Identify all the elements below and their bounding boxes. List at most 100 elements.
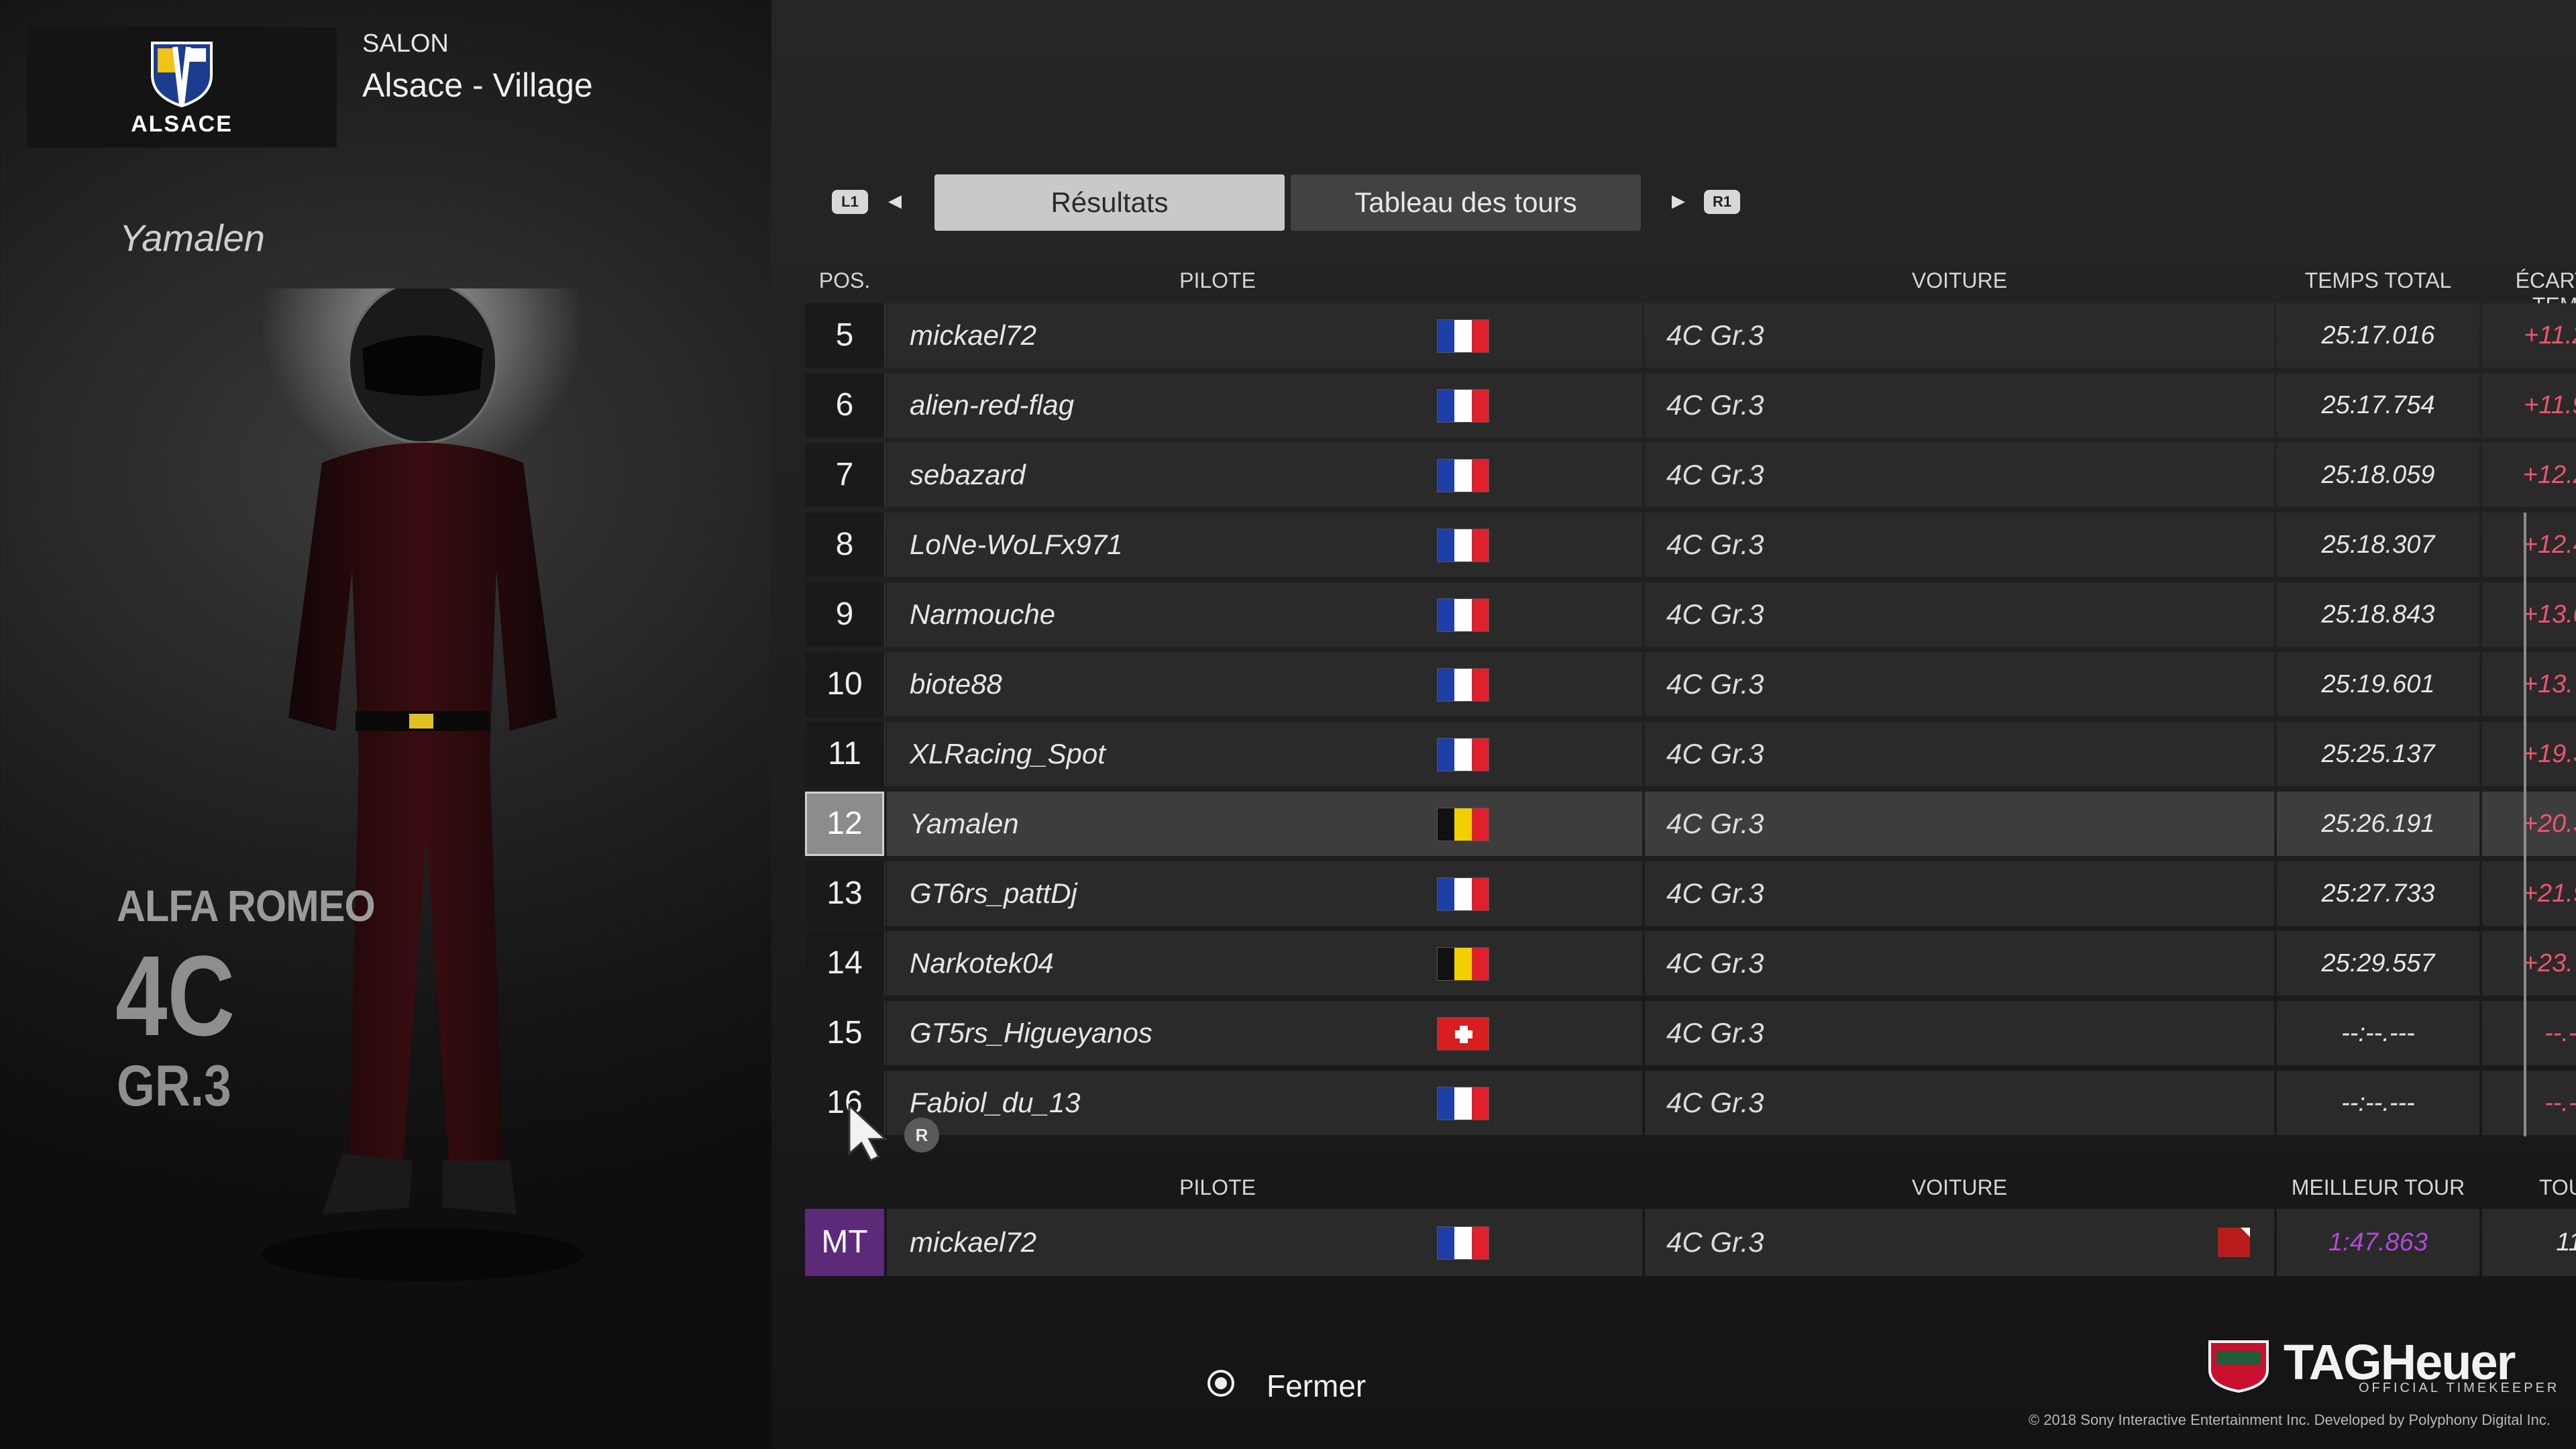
car-cell: 4C Gr.3 xyxy=(1645,792,2274,856)
table-row[interactable]: 9 Narmouche 4C Gr.3 25:18.843+13.033 xyxy=(805,582,2576,647)
position-number: 7 xyxy=(805,443,885,507)
belgium-flag-icon xyxy=(1437,947,1489,981)
track-logo: ALSACE xyxy=(27,27,337,148)
pilot-cell: XLRacing_Spot xyxy=(887,722,1642,786)
table-row[interactable]: 15 GT5rs_Higueyanos 4C Gr.3 --:--.-----.--- xyxy=(805,1001,2576,1065)
header-fastest-pilot: PILOTE xyxy=(1179,1175,1256,1199)
fastest-pilot-name: mickael72 xyxy=(910,1226,1037,1258)
time-gap: --.--- xyxy=(2482,1001,2576,1065)
total-time: 25:27.733 xyxy=(2277,861,2479,926)
time-gap: --.--- xyxy=(2482,1071,2576,1135)
fastest-lap-row[interactable]: MT mickael72 4C Gr.3 1:47.863 11 xyxy=(805,1209,2576,1276)
car-name: 4C Gr.3 xyxy=(1666,319,1764,351)
pilot-name: Narkotek04 xyxy=(910,947,1054,979)
header-pos: POS. xyxy=(818,268,871,292)
total-time: 25:19.601 xyxy=(2277,652,2479,716)
l1-button-icon[interactable]: L1 xyxy=(832,190,868,214)
right-stick-icon: R xyxy=(904,1118,939,1152)
car-cell: 4C Gr.3 xyxy=(1645,1001,2274,1065)
table-row[interactable]: 8 LoNe-WoLFx971 4C Gr.3 25:18.307+12.497 xyxy=(805,513,2576,577)
position-number: 8 xyxy=(805,513,885,577)
france-flag-icon xyxy=(1437,1226,1489,1260)
position-number: 10 xyxy=(805,652,885,716)
car-name: 4C Gr.3 xyxy=(1666,668,1764,700)
car-name: 4C Gr.3 xyxy=(1666,808,1764,839)
belgium-flag-icon xyxy=(1437,808,1489,841)
position-number: 12 xyxy=(805,792,884,856)
alsace-shield-icon xyxy=(151,42,213,107)
table-row[interactable]: 11 XLRacing_Spot 4C Gr.3 25:25.137+19.327 xyxy=(805,722,2576,786)
car-color-swatch-icon xyxy=(2218,1228,2250,1257)
table-row[interactable]: 10 biote88 4C Gr.3 25:19.601+13.791 xyxy=(805,652,2576,716)
car-cell: 4C Gr.3 xyxy=(1645,931,2274,996)
table-row[interactable]: 13 GT6rs_pattDj 4C Gr.3 25:27.733+21.923 xyxy=(805,861,2576,926)
lobby-label: SALON xyxy=(362,30,449,58)
car-cell: 4C Gr.3 xyxy=(1645,303,2274,368)
time-gap: +12.249 xyxy=(2482,443,2576,507)
table-row[interactable]: 7 sebazard 4C Gr.3 25:18.059+12.249 xyxy=(805,443,2576,507)
position-number: 15 xyxy=(805,1001,885,1065)
total-time: 25:25.137 xyxy=(2277,722,2479,786)
pilot-name: GT6rs_pattDj xyxy=(910,877,1077,909)
fastest-pilot-cell: mickael72 xyxy=(887,1209,1642,1276)
france-flag-icon xyxy=(1437,738,1489,771)
france-flag-icon xyxy=(1437,1087,1489,1120)
driver-avatar xyxy=(221,288,624,1281)
pilot-cell: Fabiol_du_13 xyxy=(887,1071,1642,1135)
header-lap-number: TOUR xyxy=(2538,1175,2576,1199)
france-flag-icon xyxy=(1437,319,1489,353)
car-cell: 4C Gr.3 xyxy=(1645,1071,2274,1135)
pilot-cell: alien-red-flag xyxy=(887,373,1642,437)
time-gap: +23.747 xyxy=(2482,931,2576,996)
car-name: 4C Gr.3 xyxy=(1666,529,1764,560)
header-total-time: TEMPS TOTAL xyxy=(2304,268,2452,292)
tab-results[interactable]: Résultats xyxy=(934,174,1285,231)
total-time: 25:18.843 xyxy=(2277,582,2479,647)
pilot-name: alien-red-flag xyxy=(910,389,1075,421)
pilot-cell: GT6rs_pattDj xyxy=(887,861,1642,926)
table-row[interactable]: 5 mickael72 4C Gr.3 25:17.016+11.206 xyxy=(805,303,2576,368)
time-gap: +20.381 xyxy=(2482,792,2576,856)
total-time: 25:29.557 xyxy=(2277,931,2479,996)
pilot-name: Narmouche xyxy=(910,598,1056,630)
driver-name: Yamalen xyxy=(119,217,265,259)
tagheuer-shield-icon xyxy=(2208,1340,2269,1393)
time-gap: +19.327 xyxy=(2482,722,2576,786)
france-flag-icon xyxy=(1437,877,1489,911)
pilot-cell: Narmouche xyxy=(887,582,1642,647)
header-fastest-car: VOITURE xyxy=(1911,1175,2008,1199)
total-time: 25:26.191 xyxy=(2277,792,2479,856)
pilot-name: Yamalen xyxy=(910,808,1019,839)
tab-lap-table[interactable]: Tableau des tours xyxy=(1291,174,1641,231)
car-cell: 4C Gr.3 xyxy=(1645,443,2274,507)
arrow-right-icon[interactable]: ▶ xyxy=(1672,191,1685,211)
scrollbar[interactable] xyxy=(2524,513,2526,1136)
table-row[interactable]: 16Fabiol_du_134C Gr.3--:--.-----.--- xyxy=(805,1071,2576,1135)
time-gap: +12.497 xyxy=(2482,513,2576,577)
position-number: 9 xyxy=(805,582,885,647)
table-row[interactable]: 12 Yamalen 4C Gr.3 25:26.191+20.381 xyxy=(805,792,2576,856)
total-time: 25:17.754 xyxy=(2277,373,2479,437)
pilot-cell: LoNe-WoLFx971 xyxy=(887,513,1642,577)
pilot-cell: GT5rs_Higueyanos xyxy=(887,1001,1642,1065)
arrow-left-icon[interactable]: ◀ xyxy=(888,191,902,211)
pilot-cell: biote88 xyxy=(887,652,1642,716)
pilot-name: GT5rs_Higueyanos xyxy=(910,1017,1152,1049)
position-number: 11 xyxy=(805,722,885,786)
car-model: 4C xyxy=(115,932,235,1060)
position-number: 13 xyxy=(805,861,885,926)
pilot-name: XLRacing_Spot xyxy=(910,738,1106,769)
venue-title: Alsace - Village xyxy=(362,66,593,104)
pilot-name: mickael72 xyxy=(910,319,1037,351)
table-row[interactable]: 6 alien-red-flag 4C Gr.3 25:17.754+11.944 xyxy=(805,373,2576,437)
close-label: Fermer xyxy=(1267,1368,1366,1403)
pilot-name: sebazard xyxy=(910,459,1026,490)
pilot-cell: Yamalen xyxy=(887,792,1642,856)
r1-button-icon[interactable]: R1 xyxy=(1704,190,1740,214)
fastest-car-cell: 4C Gr.3 xyxy=(1645,1209,2274,1276)
total-time: --:--.--- xyxy=(2277,1001,2479,1065)
position-number: 6 xyxy=(805,373,885,437)
fastest-lap-badge: MT xyxy=(805,1209,884,1276)
table-row[interactable]: 14 Narkotek04 4C Gr.3 25:29.557+23.747 xyxy=(805,931,2576,996)
car-name: 4C Gr.3 xyxy=(1666,459,1764,490)
